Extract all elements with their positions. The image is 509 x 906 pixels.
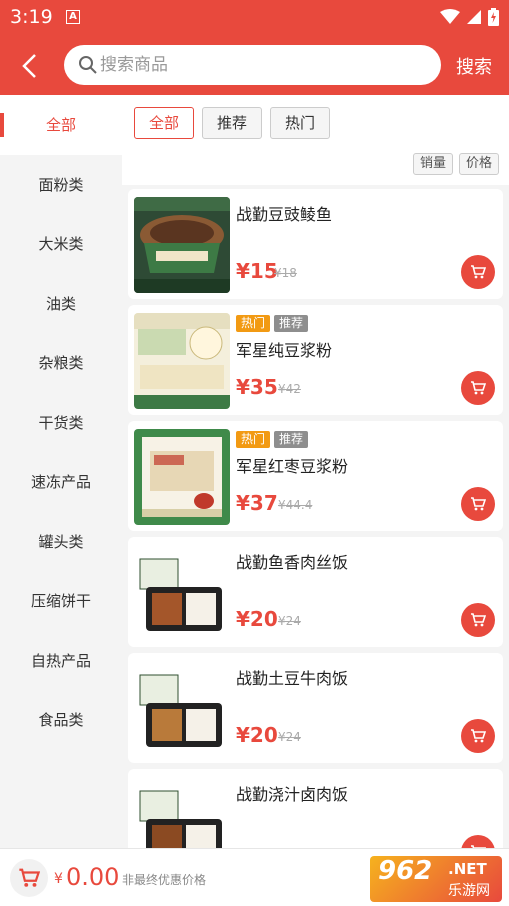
product-price: ¥37 [236, 491, 278, 515]
sidebar-item-all[interactable]: 全部 [0, 95, 122, 155]
sidebar-item-dry-goods[interactable]: 干货类 [0, 393, 122, 453]
sort-price-button[interactable]: 价格 [458, 153, 499, 175]
search-box[interactable] [64, 45, 441, 85]
cart-icon [471, 381, 486, 395]
watermark-text: 乐游网 [448, 883, 490, 899]
product-old-price: ¥24 [278, 730, 301, 744]
product-image [134, 429, 230, 525]
add-to-cart-button[interactable] [461, 255, 495, 289]
product-old-price: ¥24 [278, 614, 301, 628]
product-price: ¥20 [236, 607, 278, 631]
cart-icon [471, 729, 486, 743]
cart-icon [471, 265, 486, 279]
chevron-left-icon [22, 54, 36, 78]
product-price: ¥20 [236, 723, 278, 747]
product-tags: 热门 推荐 [236, 315, 309, 332]
status-time: 3:19 [10, 6, 53, 28]
category-sidebar: 全部 面粉类 大米类 油类 杂粮类 干货类 速冻产品 罐头类 压缩饼干 自热产品… [0, 95, 122, 848]
sidebar-item-frozen[interactable]: 速冻产品 [0, 452, 122, 512]
add-to-cart-button[interactable] [461, 487, 495, 521]
product-card[interactable]: 战勤浇汁卤肉饭 [128, 769, 503, 848]
currency-symbol: ¥ [54, 871, 63, 887]
product-card[interactable]: 战勤豆豉鲮鱼 ¥15 ¥18 [128, 189, 503, 299]
cart-icon [471, 497, 486, 511]
search-icon [79, 56, 97, 74]
notification-icon: A [66, 10, 80, 24]
signal-icon [467, 10, 481, 24]
product-image [134, 661, 230, 757]
price-note: 非最终优惠价格 [122, 873, 207, 887]
add-to-cart-button[interactable] [461, 371, 495, 405]
product-title: 战勤豆豉鲮鱼 [236, 205, 333, 224]
sidebar-item-flour[interactable]: 面粉类 [0, 155, 122, 215]
sidebar-item-rice[interactable]: 大米类 [0, 214, 122, 274]
product-list: 战勤豆豉鲮鱼 ¥15 ¥18 热门 推荐 军星纯豆浆粉 ¥35 ¥42 热门 推… [122, 185, 509, 848]
product-card[interactable]: 热门 推荐 军星红枣豆浆粉 ¥37 ¥44.4 [128, 421, 503, 531]
sidebar-item-self-heating[interactable]: 自热产品 [0, 631, 122, 691]
sidebar-item-grains[interactable]: 杂粮类 [0, 333, 122, 393]
product-title: 战勤土豆牛肉饭 [236, 669, 349, 688]
product-old-price: ¥18 [274, 266, 297, 280]
recommended-tag: 推荐 [274, 431, 309, 448]
watermark-number: 962 [378, 856, 433, 886]
status-bar: 3:19 A [0, 0, 509, 36]
product-card[interactable]: 战勤土豆牛肉饭 ¥20 ¥24 [128, 653, 503, 763]
tab-recommended[interactable]: 推荐 [202, 107, 263, 139]
tab-hot[interactable]: 热门 [270, 107, 331, 139]
product-image [134, 313, 230, 409]
search-button[interactable]: 搜索 [456, 53, 492, 79]
search-input[interactable] [100, 45, 420, 85]
product-tags: 热门 推荐 [236, 431, 309, 448]
wifi-icon [440, 9, 460, 24]
watermark-net: .NET [448, 860, 487, 878]
product-title: 军星红枣豆浆粉 [236, 457, 349, 476]
add-to-cart-button[interactable] [461, 719, 495, 753]
product-old-price: ¥42 [278, 382, 301, 396]
product-image [134, 545, 230, 641]
sidebar-item-food[interactable]: 食品类 [0, 690, 122, 750]
hot-tag: 热门 [236, 431, 271, 448]
recommended-tag: 推荐 [274, 315, 309, 332]
sidebar-item-canned[interactable]: 罐头类 [0, 512, 122, 572]
product-title: 战勤浇汁卤肉饭 [236, 785, 349, 804]
sort-options: 销量 价格 [412, 153, 499, 175]
product-card[interactable]: 战勤鱼香肉丝饭 ¥20 ¥24 [128, 537, 503, 647]
product-price: ¥15 [236, 259, 278, 283]
cart-total: 0.00 [66, 863, 120, 891]
header: 搜索 [0, 36, 509, 95]
battery-icon [488, 8, 499, 26]
product-old-price: ¥44.4 [278, 498, 313, 512]
add-to-cart-button[interactable] [461, 835, 495, 848]
sidebar-item-biscuits[interactable]: 压缩饼干 [0, 571, 122, 631]
product-title: 战勤鱼香肉丝饭 [236, 553, 349, 572]
product-card[interactable]: 热门 推荐 军星纯豆浆粉 ¥35 ¥42 [128, 305, 503, 415]
product-image [134, 197, 230, 293]
hot-tag: 热门 [236, 315, 271, 332]
filter-tabs: 全部 推荐 热门 [134, 107, 331, 139]
sort-sales-button[interactable]: 销量 [412, 153, 453, 175]
cart-icon [471, 613, 486, 627]
back-button[interactable] [14, 50, 46, 82]
cart-button[interactable] [10, 859, 48, 897]
product-price: ¥35 [236, 375, 278, 399]
tab-all[interactable]: 全部 [134, 107, 195, 139]
product-title: 军星纯豆浆粉 [236, 341, 333, 360]
add-to-cart-button[interactable] [461, 603, 495, 637]
status-icons [440, 8, 499, 26]
sidebar-item-oil[interactable]: 油类 [0, 274, 122, 334]
product-image [134, 777, 230, 848]
watermark-logo: 962 .NET 乐游网 [370, 856, 502, 902]
product-panel: 全部 推荐 热门 销量 价格 战勤豆豉鲮鱼 ¥15 ¥18 热门 推荐 军星纯豆… [122, 95, 509, 848]
cart-icon [19, 868, 40, 887]
